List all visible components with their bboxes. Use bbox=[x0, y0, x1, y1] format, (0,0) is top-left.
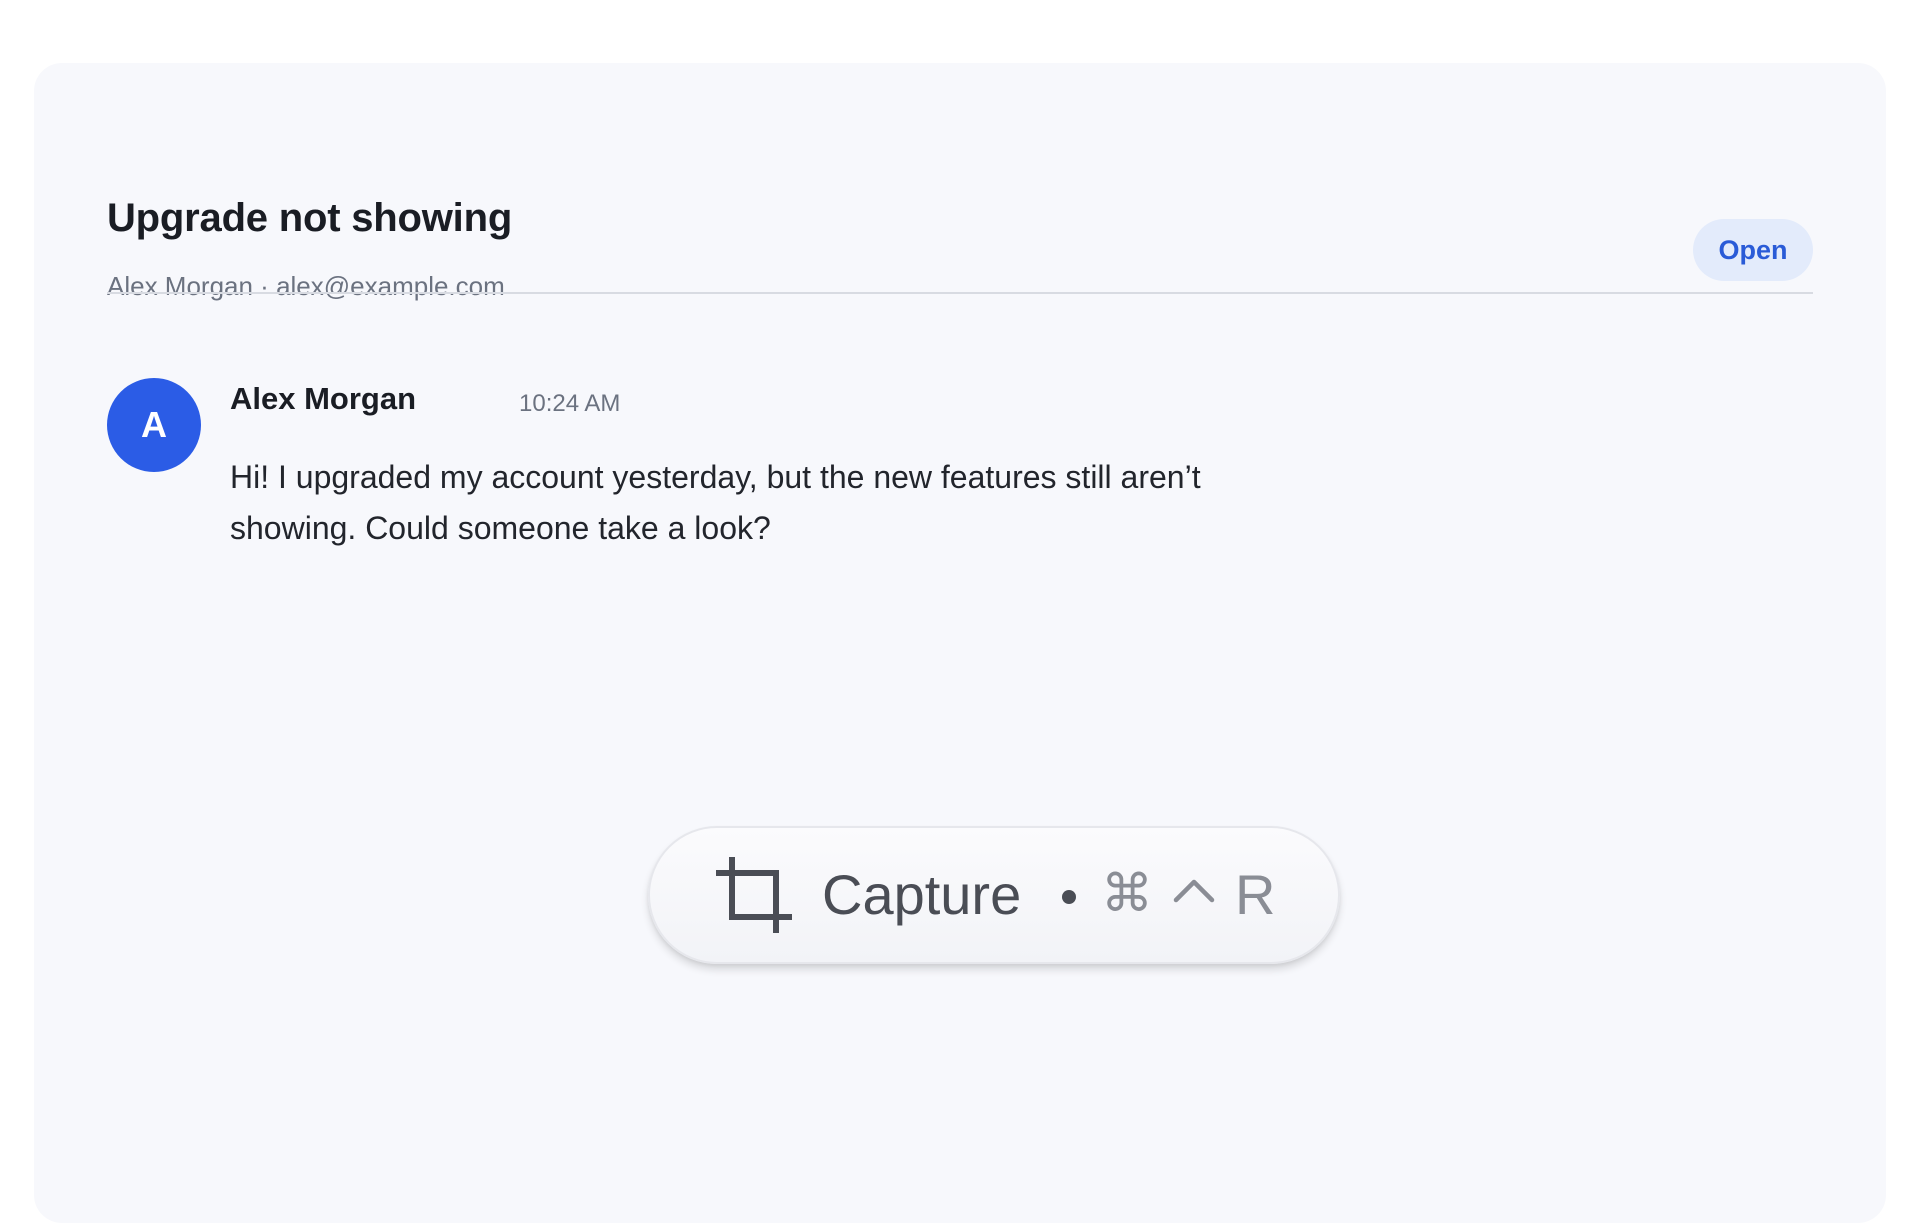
ticket-title: Upgrade not showing bbox=[107, 196, 513, 240]
status-badge[interactable]: Open bbox=[1693, 219, 1813, 281]
message-author: Alex Morgan bbox=[230, 381, 417, 416]
control-key-icon bbox=[1173, 879, 1215, 903]
crop-icon bbox=[716, 857, 792, 933]
capture-button[interactable]: Capture ⌘ R bbox=[648, 826, 1340, 964]
header-divider bbox=[107, 292, 1813, 294]
command-key-icon: ⌘ bbox=[1101, 864, 1153, 924]
ticket-card: Upgrade not showing Alex Morgan · alex@e… bbox=[34, 63, 1886, 1223]
avatar: A bbox=[107, 378, 201, 472]
message-body: Hi! I upgraded my account yesterday, but… bbox=[230, 459, 1201, 546]
capture-label: Capture bbox=[822, 863, 1022, 926]
separator-dot bbox=[1062, 890, 1076, 904]
shortcut-key: R bbox=[1235, 863, 1276, 926]
ticket-requester: Alex Morgan · alex@example.com bbox=[107, 271, 505, 301]
message-timestamp: 10:24 AM bbox=[519, 390, 621, 417]
ticket-header: Upgrade not showing Alex Morgan · alex@e… bbox=[107, 129, 1813, 301]
